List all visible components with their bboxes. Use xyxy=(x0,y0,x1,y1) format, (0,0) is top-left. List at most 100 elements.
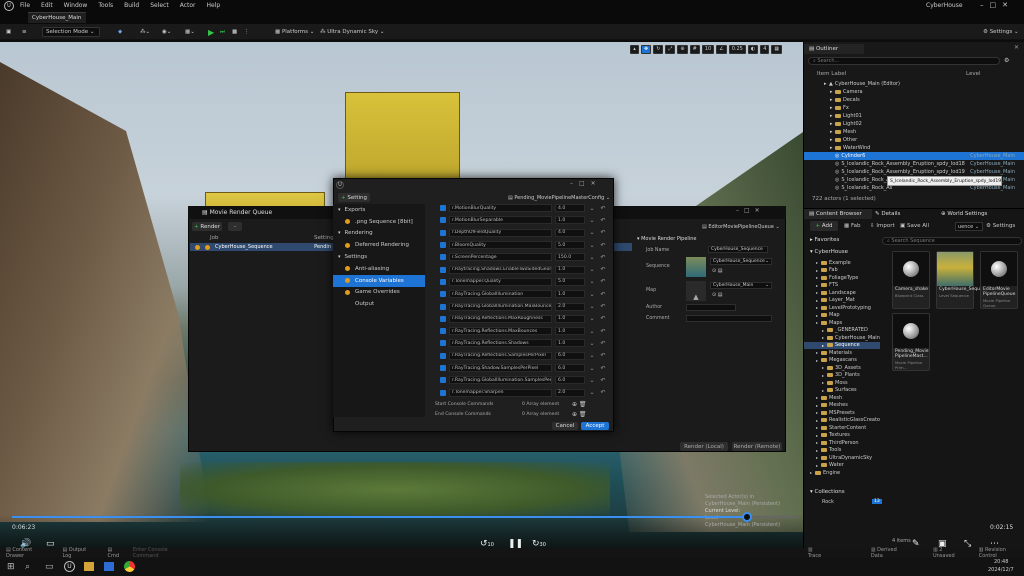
cvar-reset-icon[interactable]: ↶ xyxy=(599,327,607,335)
cb-folder[interactable]: ▸ LevelPrototyping xyxy=(804,304,880,312)
vp-scale-icon[interactable]: ⤢ xyxy=(665,44,676,54)
cvar-value-field[interactable]: 6.0 xyxy=(555,364,585,373)
vp-camera-icon[interactable]: ◐ xyxy=(747,44,759,54)
cvar-reset-icon[interactable]: ↶ xyxy=(599,253,607,261)
outliner-search-input[interactable]: ⌕ Search... xyxy=(808,57,1000,65)
outliner-row[interactable]: ▸ Light02 xyxy=(804,120,1024,128)
cb-folder[interactable]: ▸ ThirdPerson xyxy=(804,439,880,447)
cvar-value-field[interactable]: 1.0 xyxy=(555,339,585,348)
collection-rock[interactable]: Rock xyxy=(822,499,834,505)
play-icon[interactable]: ▶ xyxy=(208,27,214,37)
tab-details[interactable]: ✎ Details xyxy=(870,209,922,219)
window-controls[interactable]: –□✕ xyxy=(980,1,1014,9)
save-all-button[interactable]: ▣ Save All xyxy=(900,223,929,229)
cb-folder[interactable]: ▸ StarterContent xyxy=(804,424,880,432)
cfg-group-item[interactable]: Console Variables xyxy=(333,274,425,287)
outliner-row[interactable]: ▸ Fx xyxy=(804,104,1024,112)
mrq-render-button[interactable]: + Render xyxy=(192,222,222,231)
cvar-dropdown-icon[interactable]: ⌄ xyxy=(588,253,596,261)
cvar-checkbox[interactable] xyxy=(440,328,446,335)
taskbar-chrome-icon[interactable] xyxy=(124,561,135,572)
cb-folder[interactable]: ▸ MSPresets xyxy=(804,409,880,417)
sequence-field[interactable]: CyberHouse_Sequence ⌄ xyxy=(710,258,772,265)
cvar-value-field[interactable]: 1.0 xyxy=(555,314,585,323)
cvar-reset-icon[interactable]: ↶ xyxy=(599,303,607,311)
cvar-name-field[interactable]: r.Tonemapper.Quality xyxy=(449,277,552,286)
favorites-header[interactable]: ▸ Favorites xyxy=(810,237,839,243)
menu-edit[interactable]: Edit xyxy=(41,2,53,9)
menu-build[interactable]: Build xyxy=(124,2,139,9)
vp-layout-icon[interactable]: ▦ xyxy=(771,44,783,54)
menu-tools[interactable]: Tools xyxy=(98,2,113,9)
cb-folder[interactable]: ▸ FTS xyxy=(804,282,880,290)
outliner-row[interactable]: ◎ S_Icelandic_Rock_Assembly_Eruption_spdy… xyxy=(804,160,1024,168)
cfg-accept-button[interactable]: Accept xyxy=(581,422,609,430)
cvar-name-field[interactable]: r.Raytracing.Shadows.EnableTwoSidedGeom xyxy=(449,265,552,274)
cvar-name-field[interactable]: r.RayTracing.Shadow.SamplesPerPixel xyxy=(449,364,552,373)
cb-folder[interactable]: ▸ Sequence xyxy=(804,341,880,349)
cvar-reset-icon[interactable]: ↶ xyxy=(599,364,607,372)
cvar-name-field[interactable]: r.Tonemapper.Sharpen xyxy=(449,388,552,397)
expand-icon[interactable]: ▾ xyxy=(338,207,341,213)
cvar-checkbox[interactable] xyxy=(440,217,446,224)
cvar-reset-icon[interactable]: ↶ xyxy=(599,204,607,212)
cb-search-input[interactable]: ⌕ Search Sequence xyxy=(882,237,1022,245)
cvar-dropdown-icon[interactable]: ⌄ xyxy=(588,364,596,372)
asset-tile[interactable]: EditorMovie PipelineQueue Movie Pipeline … xyxy=(980,251,1018,309)
blueprint-icon[interactable]: ⁂⌄ xyxy=(140,27,150,37)
sequence-browse-icon[interactable]: ⊙ ▤ xyxy=(712,268,723,274)
vp-select-icon[interactable]: ▴ xyxy=(630,44,639,54)
outliner-tab[interactable]: ▤ Outliner xyxy=(804,44,864,54)
cvar-reset-icon[interactable]: ↶ xyxy=(599,352,607,360)
cvar-checkbox[interactable] xyxy=(440,377,446,384)
vp-move-icon[interactable]: ✥ xyxy=(641,44,652,54)
stop-icon[interactable]: ■ xyxy=(232,27,237,37)
menu-select[interactable]: Select xyxy=(150,2,169,9)
toggle-dot-icon[interactable] xyxy=(345,219,350,225)
map-browse-icon[interactable]: ⊙ ▤ xyxy=(712,292,723,298)
cb-folder[interactable]: ▸ Water xyxy=(804,462,880,470)
cfg-cancel-button[interactable]: Cancel xyxy=(552,422,578,430)
taskbar-unreal-icon[interactable]: U xyxy=(64,561,75,572)
cvar-reset-icon[interactable]: ↶ xyxy=(599,389,607,397)
add-actor-icon[interactable]: ◆ xyxy=(118,27,122,37)
cvar-checkbox[interactable] xyxy=(440,278,446,285)
cvar-value-field[interactable]: 1.0 xyxy=(555,327,585,336)
cb-folder[interactable]: ▸ Textures xyxy=(804,432,880,440)
outliner-row[interactable]: ▸ Other xyxy=(804,136,1024,144)
play-options-icon[interactable]: ⋮ xyxy=(244,27,250,37)
cvar-checkbox[interactable] xyxy=(440,291,446,298)
tab-world-settings[interactable]: ⊕ World Settings xyxy=(936,209,1006,219)
expand-icon[interactable]: ▾ xyxy=(338,254,341,260)
cvar-checkbox[interactable] xyxy=(440,303,446,310)
platforms-dropdown[interactable]: ▦ Platforms ⌄ xyxy=(275,27,314,37)
cvar-checkbox[interactable] xyxy=(440,340,446,347)
vp-grid-value[interactable]: 10 xyxy=(701,44,715,54)
cfg-group-item[interactable]: .png Sequence [8bit] xyxy=(333,216,425,228)
cvar-dropdown-icon[interactable]: ⌄ xyxy=(588,303,596,311)
cvar-checkbox[interactable] xyxy=(440,229,446,236)
start-add-icon[interactable]: ⊕ 🗑 xyxy=(572,401,587,408)
author-field[interactable] xyxy=(686,304,736,311)
cvar-name-field[interactable]: r.RayTracing.Reflections.Shadows xyxy=(449,339,552,348)
asset-tile[interactable]: Pending_Movie PipelineMast... Movie Pipel… xyxy=(892,313,930,371)
cb-folder[interactable]: ▸ Meshes xyxy=(804,402,880,410)
cvar-reset-icon[interactable]: ↶ xyxy=(599,290,607,298)
cvar-reset-icon[interactable]: ↶ xyxy=(599,266,607,274)
filter-icon[interactable]: ⚙ xyxy=(1004,57,1009,64)
vp-grid-icon[interactable]: # xyxy=(689,44,700,54)
cvar-dropdown-icon[interactable]: ⌄ xyxy=(588,376,596,384)
menu-file[interactable]: File xyxy=(20,2,30,9)
cvar-reset-icon[interactable]: ↶ xyxy=(599,315,607,323)
outliner-row[interactable]: ▸ Camera xyxy=(804,88,1024,96)
comment-field[interactable] xyxy=(686,315,772,322)
cvar-checkbox[interactable] xyxy=(440,389,446,396)
job-enabled-dot[interactable] xyxy=(205,244,210,250)
cvar-reset-icon[interactable]: ↶ xyxy=(599,376,607,384)
cvar-name-field[interactable]: r.RayTracing.Reflections.MaxRoughness xyxy=(449,314,552,323)
outliner-row[interactable]: ▸ Mesh xyxy=(804,128,1024,136)
taskbar-app-icon[interactable] xyxy=(104,562,114,571)
col-level[interactable]: Level xyxy=(966,71,981,77)
outliner-row[interactable]: ◎ Cylinder6 CyberHouse_Main xyxy=(804,152,1024,160)
toggle-dot-icon[interactable] xyxy=(345,289,350,295)
